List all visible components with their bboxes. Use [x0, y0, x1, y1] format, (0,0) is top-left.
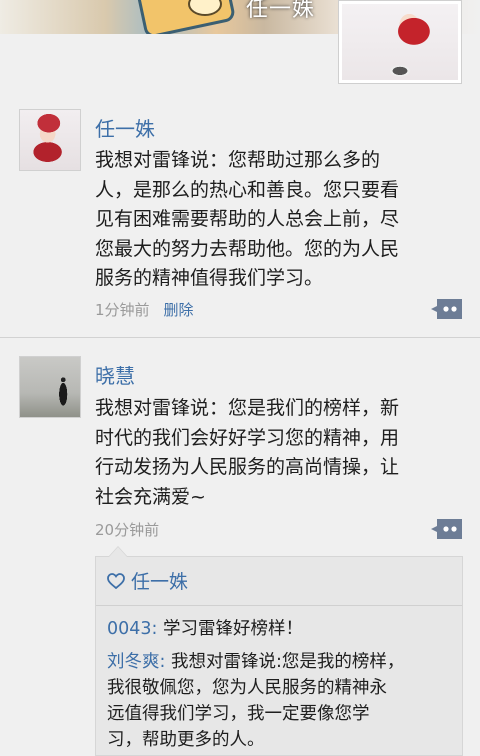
reply-item[interactable]: 0043: 学习雷锋好榜样！	[107, 616, 459, 642]
profile-avatar[interactable]	[338, 0, 462, 84]
reply-author[interactable]: 0043:	[107, 619, 157, 639]
liker-name[interactable]: 任一姝	[131, 567, 188, 594]
comment-bubble-icon	[431, 299, 462, 319]
reply-text: 学习雷锋好榜样！	[157, 619, 303, 639]
post-meta: 1分钟前 删除	[95, 299, 194, 320]
reply-author[interactable]: 刘冬爽:	[107, 652, 165, 672]
comment-box-pointer	[108, 546, 128, 557]
comment-bubble-icon	[431, 519, 462, 539]
avatar[interactable]	[19, 109, 81, 171]
post-author[interactable]: 任一姝	[95, 113, 155, 142]
avatar[interactable]	[19, 356, 81, 418]
comment-button[interactable]	[430, 517, 464, 541]
post-author[interactable]: 晓慧	[95, 360, 135, 389]
post-time: 1分钟前	[95, 301, 150, 319]
post-text: 我想对雷锋说：您帮助过那么多的 人，是那么的热心和善良。您只要看 见有困难需要帮…	[95, 149, 400, 289]
comment-box: 任一姝 0043: 学习雷锋好榜样！ 刘冬爽: 我想对雷锋说:您是我的榜样， 我…	[95, 546, 463, 756]
likes-row: 任一姝	[107, 567, 188, 594]
post-divider	[0, 337, 480, 338]
post-text: 我想对雷锋说：您是我们的榜样，新 时代的我们会好好学习您的精神，用 行动发扬为人…	[95, 397, 400, 508]
post-time: 20分钟前	[95, 521, 160, 539]
comment-divider	[96, 605, 462, 606]
heart-icon	[107, 572, 125, 589]
reply-item[interactable]: 刘冬爽: 我想对雷锋说:您是我的榜样， 我很敬佩您，您为人民服务的精神永 远值得…	[107, 649, 459, 753]
delete-link[interactable]: 删除	[164, 301, 194, 319]
comment-button[interactable]	[430, 297, 464, 321]
post-meta: 20分钟前	[95, 519, 159, 540]
cover-name: 任一姝	[246, 0, 316, 22]
profile-photo	[342, 4, 458, 80]
